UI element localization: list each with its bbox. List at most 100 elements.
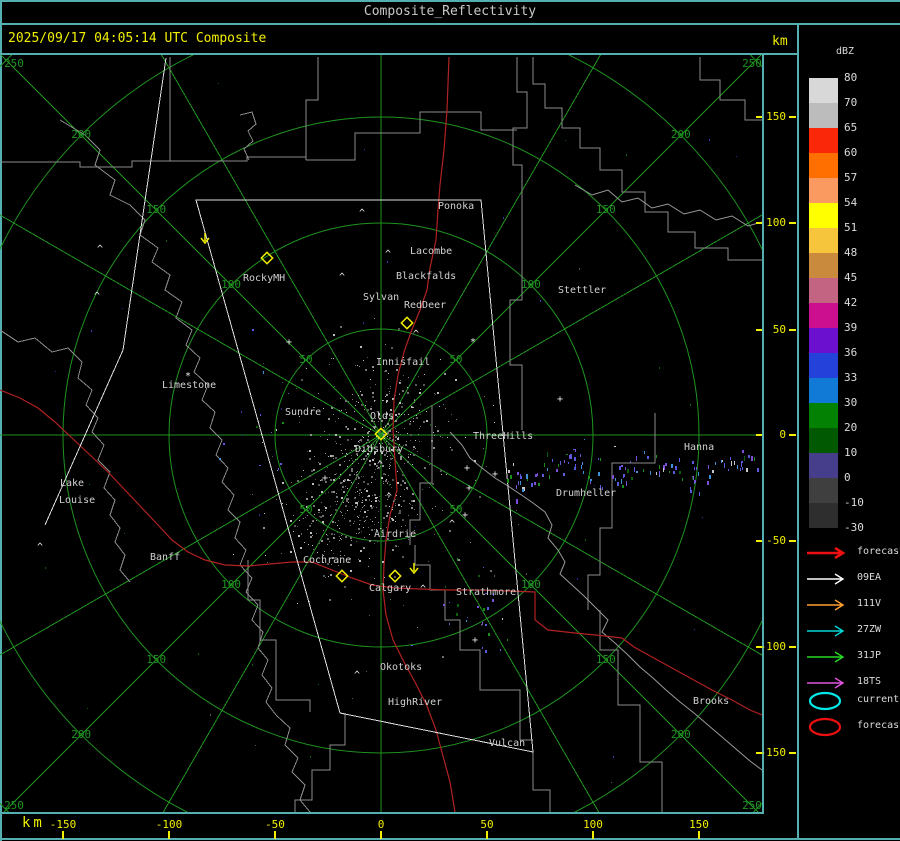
clutter-speck [368,527,369,528]
echo-speck [565,140,566,141]
clutter-speck [369,558,370,559]
bottom-axis-tick [274,831,276,839]
echo-speck [552,459,553,462]
dbz-swatch [809,378,838,403]
clutter-speck [407,461,409,463]
clutter-speck [369,442,370,443]
echo-speck [520,481,521,485]
clutter-speck [304,542,305,543]
echo-speck [483,608,485,611]
clutter-speck [400,434,401,435]
clutter-speck [313,499,314,500]
point-marker: ^ [413,329,419,340]
clutter-speck [372,521,373,522]
clutter-speck [410,504,411,505]
clutter-speck [386,515,388,517]
vector-arrow-27ZW [807,625,845,637]
echo-speck [531,483,533,487]
clutter-speck [351,470,353,472]
clutter-speck [327,538,329,540]
clutter-speck [335,509,337,511]
clutter-speck [345,449,346,450]
clutter-speck [426,420,428,422]
clutter-speck [381,477,383,479]
clutter-speck [376,441,377,442]
echo-speck [621,479,622,484]
clutter-speck [369,499,370,500]
clutter-speck [351,599,352,600]
ring-distance-label: 250 [4,57,24,70]
clutter-speck [329,541,330,542]
clutter-speck [516,510,517,511]
clutter-speck [358,501,359,502]
clutter-speck [355,459,356,460]
clutter-speck [387,436,388,437]
clutter-speck [395,503,396,504]
clutter-speck [333,414,334,415]
clutter-speck [380,509,381,510]
echo-speck [748,455,750,458]
clutter-speck [327,439,328,440]
clutter-speck [407,392,409,394]
echo-speck [746,468,748,472]
echo-speck [741,462,742,467]
clutter-speck [392,479,394,481]
clutter-speck [384,371,385,372]
clutter-speck [397,416,398,417]
clutter-speck [303,518,304,519]
right-axis-tick [789,646,796,648]
echo-speck [583,471,584,474]
clutter-speck [388,388,389,389]
clutter-speck [365,520,366,521]
clutter-speck [346,453,347,454]
clutter-speck [374,463,376,465]
echo-speck [256,426,258,428]
clutter-speck [329,434,330,435]
clutter-speck [335,501,336,502]
clutter-speck [413,446,415,448]
echo-speck [478,575,480,577]
clutter-speck [375,500,377,502]
echo-speck [198,653,199,655]
clutter-speck [414,509,415,510]
dbz-scale-label: 39 [844,321,858,334]
clutter-speck [357,471,358,472]
clutter-speck [351,482,352,483]
echo-speck [671,464,672,468]
clutter-speck [282,482,284,484]
clutter-speck [397,482,399,484]
clutter-speck [339,540,340,541]
right-axis-inner-tick [756,646,762,648]
ring-distance-label: 200 [671,728,691,741]
right-axis-label: -100 [759,640,787,653]
clutter-speck [385,370,387,372]
echo-speck [715,462,716,465]
echo-speck [636,471,638,473]
ring-distance-label: 100 [221,278,241,291]
county-boundary [0,156,306,168]
dbz-swatch [809,128,838,153]
city-label: RockyMH [243,273,285,284]
clutter-speck [355,405,356,406]
echo-speck [507,639,508,641]
clutter-speck [323,408,324,409]
clutter-speck [362,436,363,437]
ring-distance-label: 250 [4,799,24,812]
clutter-speck [413,421,414,422]
county-boundary [509,57,528,430]
echo-speck [564,460,565,463]
echo-speck [263,371,264,374]
clutter-speck [316,520,317,521]
clutter-speck [325,453,326,454]
ring-distance-label: 50 [449,503,462,516]
clutter-speck [363,506,364,507]
point-marker: + [462,510,468,521]
clutter-speck [390,517,391,518]
echo-speck [574,457,576,461]
clutter-speck [390,484,391,485]
clutter-speck [359,366,360,367]
city-label: RedDeer [404,300,446,311]
clutter-speck [369,540,371,542]
clutter-speck [340,511,341,512]
echo-speck [310,756,311,758]
